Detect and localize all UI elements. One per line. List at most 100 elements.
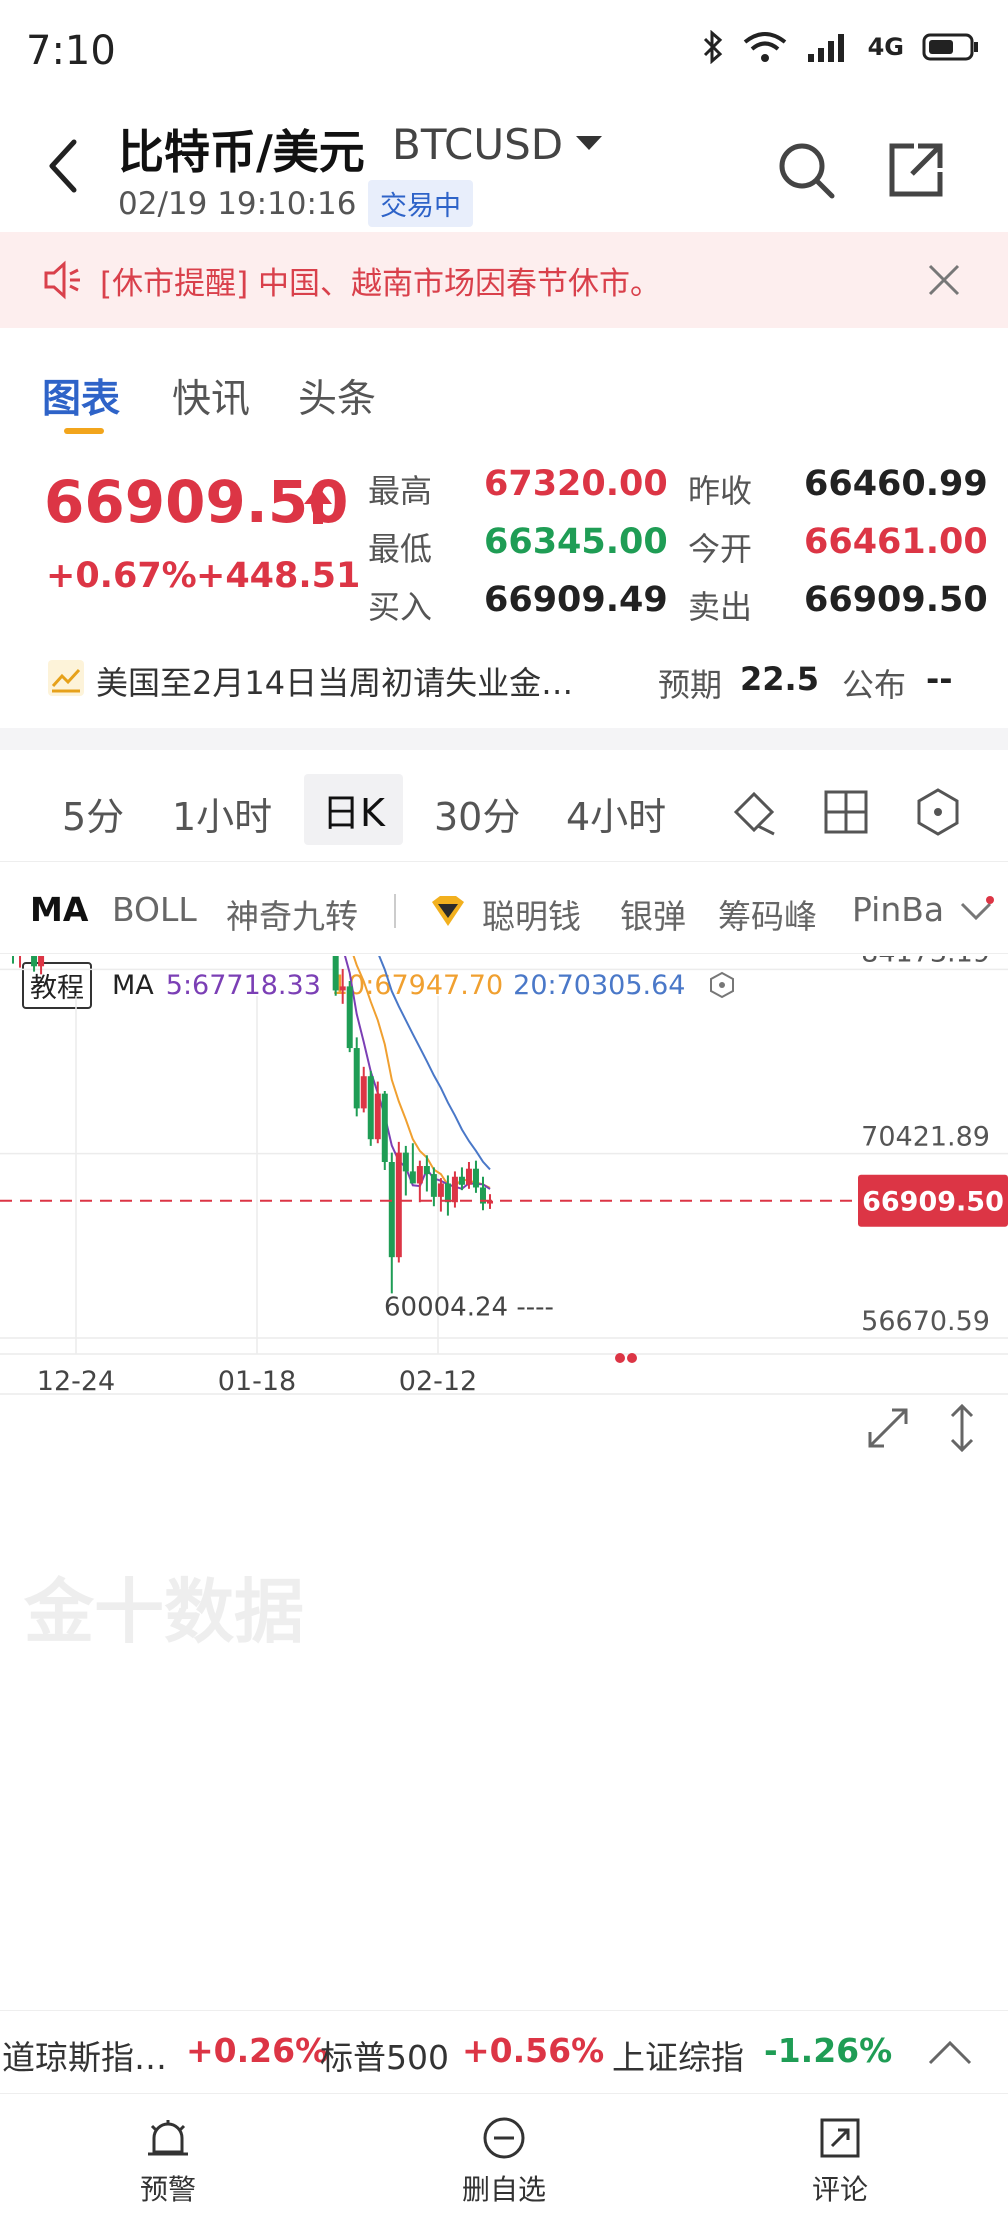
wifi-icon	[743, 32, 786, 62]
search-icon[interactable]	[774, 138, 838, 202]
candle-body	[367, 1076, 374, 1140]
tab-chart[interactable]: 图表	[42, 368, 120, 424]
comment-icon	[820, 2118, 860, 2158]
low-marker-label: 60004.24 ----	[384, 1292, 554, 1322]
trading-status-badge: 交易中	[368, 180, 473, 227]
network-type: 4G	[867, 33, 904, 61]
watermark: 金十数据	[23, 1571, 304, 1653]
draw-tool-icon[interactable]	[728, 786, 780, 838]
ask-value: 66909.50	[804, 580, 988, 620]
nav-alert-label: 预警	[139, 2173, 196, 2206]
instrument-code[interactable]: BTCUSD	[392, 120, 563, 169]
high-value: 67320.00	[484, 464, 668, 504]
indicator-nine-turn[interactable]: 神奇九转	[226, 890, 358, 938]
actual-value: --	[926, 660, 953, 698]
back-icon[interactable]	[40, 136, 88, 196]
candle-body	[360, 1076, 367, 1109]
nav-remove-watchlist[interactable]: 删自选	[434, 2114, 574, 2208]
candle-body	[430, 1174, 437, 1197]
bid-label: 买入	[368, 588, 433, 626]
expand-icon[interactable]	[864, 1404, 912, 1452]
period-1h[interactable]: 1小时	[172, 786, 272, 841]
candle-body	[444, 1183, 451, 1203]
ask-label: 卖出	[688, 588, 753, 626]
vertical-scale-icon[interactable]	[944, 1402, 980, 1454]
index-dow-change: +0.26%	[186, 2031, 329, 2070]
prev-close-label: 昨收	[688, 472, 753, 510]
period-30min[interactable]: 30分	[434, 786, 520, 841]
settings-hex-icon[interactable]	[912, 786, 964, 838]
x-tick-label: 12-24	[37, 1366, 115, 1397]
change-percent: +0.67%	[46, 556, 197, 596]
indicator-boll[interactable]: BOLL	[112, 890, 197, 929]
status-bar: 7:10 4G	[0, 0, 1008, 100]
signal-icon	[807, 34, 844, 62]
econ-event-title: 美国至2月14日当周初请失业金…	[96, 664, 574, 702]
period-4h[interactable]: 4小时	[566, 786, 666, 841]
layout-grid-icon[interactable]	[820, 786, 872, 838]
candle-body	[38, 956, 45, 967]
bid-value: 66909.49	[484, 580, 668, 620]
close-icon[interactable]	[924, 260, 964, 300]
tab-flash-news[interactable]: 快讯	[172, 368, 250, 424]
period-5min[interactable]: 5分	[62, 786, 124, 841]
change-absolute: +448.51	[196, 556, 361, 596]
nav-comment-label: 评论	[811, 2173, 868, 2206]
header: 比特币/美元 BTCUSD 02/19 19:10:16 交易中	[0, 100, 1008, 230]
bottom-nav: 预警 删自选 评论	[0, 2094, 1008, 2232]
indicator-ma[interactable]: MA	[30, 890, 88, 929]
candle-body	[353, 1048, 360, 1109]
status-time: 7:10	[26, 28, 116, 74]
indicator-divider	[394, 894, 396, 928]
active-tab-indicator	[64, 428, 104, 434]
nav-comment[interactable]: 评论	[770, 2114, 910, 2208]
index-sp500-change: +0.56%	[462, 2031, 605, 2070]
index-shanghai-name: 上证综指	[612, 2038, 744, 2077]
indicator-smart-money[interactable]: 聪明钱	[482, 890, 581, 938]
chevron-down-icon[interactable]	[576, 136, 602, 150]
status-icons: 4G	[702, 30, 980, 64]
econ-event-row[interactable]: 美国至2月14日当周初请失业金… 预期 22.5 公布 --	[0, 650, 1008, 710]
candle-body	[416, 1166, 423, 1184]
holiday-notice: [休市提醒] 中国、越南市场因春节休市。	[0, 232, 1008, 328]
open-label: 今开	[688, 530, 753, 568]
content-tabs: 图表 快讯 头条	[0, 360, 1008, 440]
period-daily[interactable]: 日K	[304, 774, 403, 845]
low-label: 最低	[368, 530, 433, 568]
low-value: 66345.00	[484, 522, 668, 562]
y-tick-label: 84173.19	[861, 956, 990, 968]
candle-body	[31, 956, 38, 967]
index-strip[interactable]: 道琼斯指… +0.26% 标普500 +0.56% 上证综指 -1.26%	[0, 2010, 1008, 2094]
indicator-chip-peak[interactable]: 筹码峰	[718, 890, 817, 938]
candle-body	[458, 1176, 465, 1185]
forecast-label: 预期	[658, 666, 723, 704]
speaker-icon	[44, 260, 80, 300]
kline-chart[interactable]: 教程 MA 5:67718.33 10:67947.70 20:70305.64…	[0, 956, 1008, 1996]
event-dot	[627, 1353, 637, 1363]
candle-body	[402, 1152, 409, 1172]
notice-text: [休市提醒] 中国、越南市场因春节休市。	[100, 266, 662, 302]
share-icon[interactable]	[884, 138, 948, 202]
diamond-icon	[432, 896, 464, 926]
forecast-value: 22.5	[740, 660, 819, 698]
minus-circle-icon	[483, 2117, 525, 2159]
candle-body	[409, 1171, 416, 1184]
app-root: 7:10 4G 比特币/美元 BTCUSD 02/19 19:10:16 交易中…	[0, 0, 1008, 2232]
candle-body	[339, 986, 346, 991]
alarm-icon	[148, 2120, 188, 2156]
y-tick-label: 56670.59	[861, 1306, 990, 1337]
x-tick-label: 02-12	[399, 1366, 477, 1397]
ma20-line	[378, 956, 491, 1171]
indicator-pinbar[interactable]: PinBa	[852, 890, 944, 929]
nav-alert[interactable]: 预警	[98, 2114, 238, 2208]
period-selector: 5分 1小时 日K 30分 4小时	[0, 762, 1008, 862]
prev-close-value: 66460.99	[804, 464, 988, 504]
high-label: 最高	[368, 472, 433, 510]
candle-body	[472, 1168, 479, 1188]
section-divider	[0, 728, 1008, 750]
tab-headlines[interactable]: 头条	[298, 368, 376, 424]
indicator-silver-bullet[interactable]: 银弹	[620, 890, 686, 938]
chevron-up-icon[interactable]	[926, 2033, 974, 2073]
chevron-down-icon[interactable]	[958, 896, 994, 926]
quote-datetime: 02/19 19:10:16	[118, 186, 357, 222]
